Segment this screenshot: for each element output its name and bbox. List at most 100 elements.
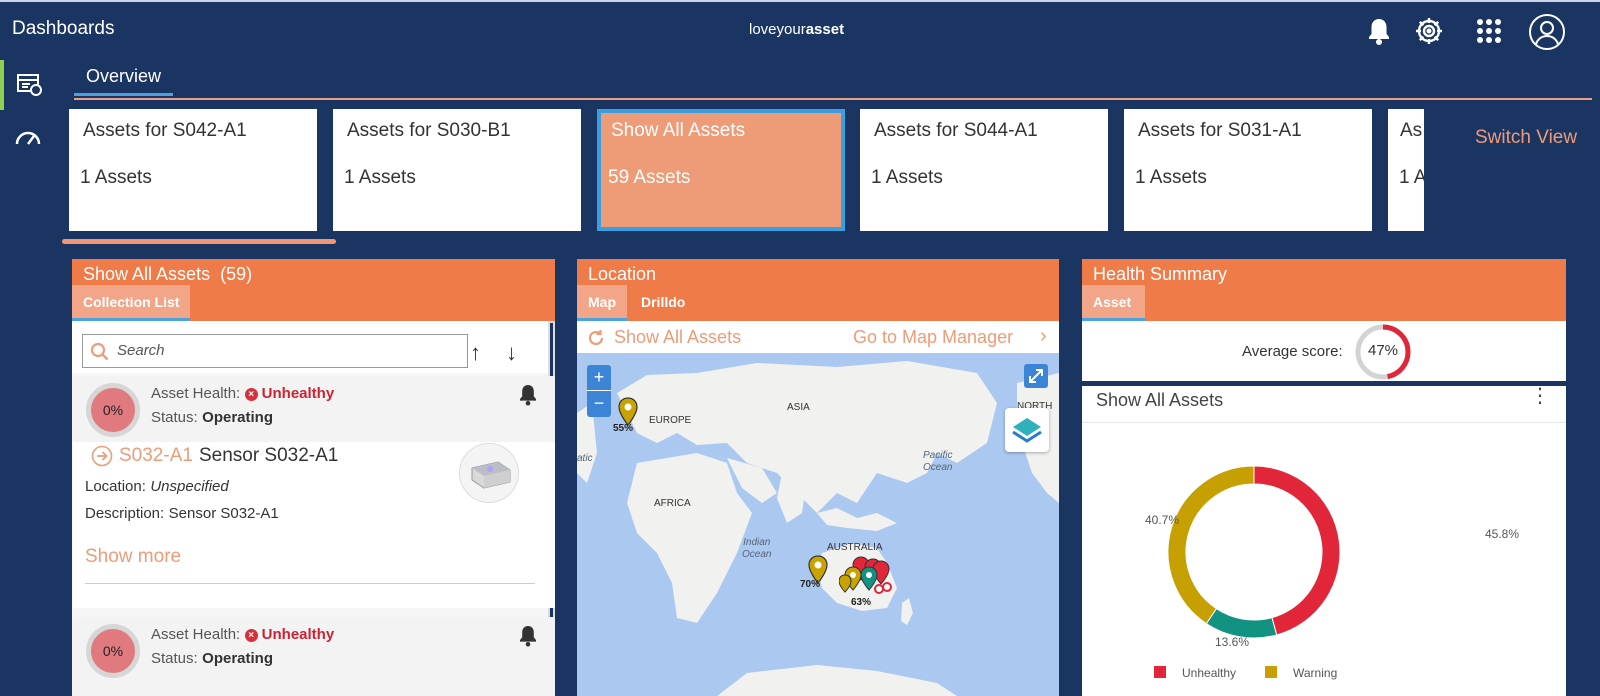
map-pin-cluster[interactable]: 63% [838,555,899,615]
health-donut-chart: 45.8% 13.6% 40.7% Unhealthy Warning [1145,465,1519,680]
legend-swatch[interactable] [1154,666,1166,678]
zoom-out-button[interactable]: − [587,391,611,417]
sort-up-button[interactable]: ↑ [470,340,481,366]
legend-label[interactable]: Warning [1293,666,1337,680]
search-icon [90,342,109,361]
card-count: 1 Assets [344,167,416,188]
zoom-control: + − [587,365,611,417]
legend-swatch[interactable] [1265,666,1277,678]
sort-down-button[interactable]: ↓ [506,340,517,366]
health-summary-panel: Health Summary Asset Average score: 47% [1082,259,1566,381]
map-label-africa: AFRICA [654,498,691,509]
collection-panel: Show All Assets (59) Collection List Sea… [72,259,555,696]
bell-icon[interactable] [518,384,538,406]
asset-list-item[interactable]: 0% Asset Health: × Unhealthy Status: Oper… [73,617,555,696]
bell-icon[interactable] [518,625,538,647]
status-value: Operating [202,409,273,426]
donut-data-label: 13.6% [1215,635,1249,649]
panel-title: Location [588,264,657,284]
chevron-right-icon[interactable]: › [1040,325,1047,348]
average-score-row: Average score: 47% [1082,321,1566,381]
map-label-atlantic: atic [577,453,593,464]
more-options-icon[interactable]: ⋮ [1530,386,1550,406]
card-title: Assets for S031-A1 [1138,120,1302,141]
location-value: Unspecified [150,478,229,495]
collection-card[interactable]: Assets for S042-A1 1 Assets [69,109,317,231]
open-asset-icon[interactable] [91,445,113,467]
map-label-pacific: Pacific Ocean [923,450,953,473]
collection-card[interactable]: Assets for S030-B1 1 Assets [333,109,581,231]
show-more-link[interactable]: Show more [85,546,181,568]
health-score-ring: 0% [86,624,140,678]
asset-thumbnail [459,443,519,503]
user-avatar-icon[interactable] [1527,12,1567,52]
panel-title: Show All Assets (59) [83,264,253,284]
map-label-asia: ASIA [787,402,810,413]
card-scroll-indicator [62,239,336,244]
location-panel: Location Map Drilldo Show All Assets Go … [577,259,1059,696]
tab-map[interactable]: Map [577,285,627,321]
tab-collection-list[interactable]: Collection List [72,285,191,321]
pin-label: 55% [613,423,634,434]
map-pin[interactable]: 70% [800,555,829,590]
average-score-label: Average score: [1242,343,1343,360]
status-value: Operating [202,650,273,667]
donut-data-label: 40.7% [1145,513,1179,527]
error-icon: × [244,388,258,401]
app-grid-icon[interactable] [1472,14,1506,48]
legend-label[interactable]: Unhealthy [1182,666,1236,680]
donut-slice-healthy[interactable] [1205,607,1278,639]
average-score-value: 47% [1367,342,1399,359]
search-input[interactable]: Search [82,334,468,368]
tab-overview[interactable]: Overview [74,62,174,96]
asset-id-link[interactable]: S032-A1 [119,445,193,467]
panel-header: Health Summary Asset [1082,259,1566,321]
bell-icon[interactable] [1362,14,1396,48]
map-manager-link[interactable]: Go to Map Manager [853,327,1013,348]
average-score-gauge: 47% [1354,323,1412,381]
card-count: 1 Assets [871,167,943,188]
map-label-australia: AUSTRALIA [827,542,883,553]
gauge-nav-icon[interactable] [0,112,56,162]
health-score-ring: 0% [86,383,140,437]
tab-drilldown[interactable]: Drilldo [627,285,687,321]
map-collection-link[interactable]: Show All Assets [614,327,741,348]
card-title: Assets for S030-B1 [347,120,511,141]
card-title: Assets for S044-A1 [874,120,1038,141]
health-donut-card: Show All Assets ⋮ 45.8% 13.6% 40.7% Unhealt… [1082,386,1566,696]
panel-header: Show All Assets (59) Collection List [72,259,555,321]
asset-list-item[interactable]: 0% Asset Health: × Unhealthy Status: Oper… [73,376,555,608]
panel-title: Health Summary [1093,264,1228,284]
donut-data-label: 45.8% [1485,527,1519,541]
map-toolbar: Show All Assets Go to Map Manager › [577,321,1059,354]
collection-card[interactable]: Assets for S044-A1 1 Assets [860,109,1108,231]
card-title: Show All Assets [611,120,746,141]
map-canvas[interactable]: EUROPE ASIA NORTH AFRICA AUSTRALIA Pacif… [577,353,1059,696]
health-value: Unhealthy [261,385,335,402]
dashboard-nav-icon[interactable] [0,60,56,110]
collection-card-selected[interactable]: Show All Assets 59 Assets [597,109,845,231]
card-title: Show All Assets [1096,390,1224,410]
collection-card[interactable]: Assets for S031-A1 1 Assets [1124,109,1372,231]
panel-header: Location Map Drilldo [577,259,1059,321]
card-count: 59 Assets [608,167,691,188]
card-count: 1 A [1399,167,1424,188]
description-value: Sensor S032-A1 [168,505,279,522]
top-bar: Dashboards loveyourasset [0,0,1600,56]
donut-slice-warning[interactable] [1167,465,1255,625]
pin-label: 63% [851,597,872,608]
card-title: Assets for S042-A1 [83,120,247,141]
donut-slice-unhealthy[interactable] [1253,465,1341,636]
gear-icon[interactable] [1412,14,1446,48]
asset-name: Sensor S032-A1 [198,445,339,466]
layers-icon[interactable] [1005,408,1049,452]
collection-card-partial[interactable]: As 1 A [1388,109,1424,231]
card-count: 1 Assets [80,167,152,188]
zoom-in-button[interactable]: + [587,365,611,391]
map-pin[interactable]: 55% [613,397,639,434]
fullscreen-icon[interactable] [1024,364,1048,388]
switch-view-link[interactable]: Switch View [1475,127,1577,149]
brand-logo: loveyourasset [749,21,845,38]
tab-asset[interactable]: Asset [1082,285,1146,321]
refresh-icon[interactable] [587,329,605,347]
